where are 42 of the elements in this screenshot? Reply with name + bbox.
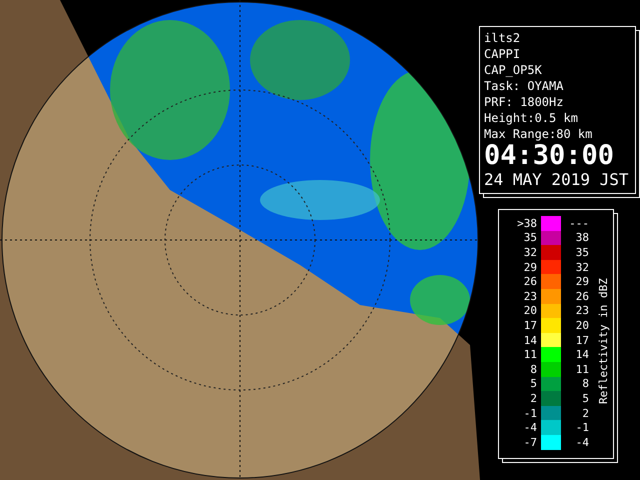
legend-title: Reflectivity in dBZ — [597, 277, 611, 404]
info-text: Max Range:80 km — [484, 126, 594, 142]
info-text: Height:0.5 km — [484, 110, 579, 126]
legend-label: 35 — [522, 231, 537, 244]
legend-label: 38 — [574, 231, 589, 244]
legend-label: 8 — [529, 362, 537, 376]
legend-label: 26 — [574, 290, 589, 303]
legend-label: 20 — [574, 318, 589, 332]
legend-label: 23 — [574, 304, 589, 318]
legend-label: 8 — [581, 377, 589, 390]
legend-label: 5 — [529, 377, 537, 390]
legend-label: >38 — [516, 216, 537, 230]
info-text: CAP_OP5K — [484, 62, 543, 78]
legend-label: -1 — [522, 406, 537, 420]
legend-label: 29 — [522, 260, 537, 274]
date-text: 24 MAY 2019 JST — [484, 170, 630, 190]
legend-label: 14 — [522, 334, 537, 347]
info-text: Task: OYAMA — [484, 78, 564, 94]
time-text: 04:30:00 — [484, 142, 616, 170]
legend-label: -4 — [522, 421, 537, 434]
legend-label: -4 — [574, 436, 589, 449]
legend-label: 32 — [522, 246, 537, 259]
legend-label: -1 — [574, 421, 589, 434]
info-text: PRF: 1800Hz — [484, 94, 564, 110]
legend-label: 26 — [522, 275, 537, 288]
legend-label: 2 — [529, 392, 537, 405]
info-text: CAPPI — [484, 46, 522, 62]
legend-label: 35 — [574, 246, 589, 259]
legend-label: 11 — [574, 362, 589, 376]
legend-label: 32 — [574, 260, 589, 274]
legend-label: 20 — [522, 304, 537, 318]
legend-label: -7 — [522, 436, 537, 449]
legend-label: 5 — [581, 392, 589, 405]
legend-label: 17 — [574, 334, 589, 347]
legend-label: 11 — [522, 348, 537, 362]
legend-label: 2 — [581, 406, 589, 420]
info-text: ilts2 — [484, 30, 522, 46]
legend-label: 29 — [574, 275, 589, 288]
legend-label: 17 — [522, 318, 537, 332]
legend-label: 14 — [574, 348, 589, 362]
legend-label: --- — [568, 216, 589, 230]
legend-label: 23 — [522, 290, 537, 303]
